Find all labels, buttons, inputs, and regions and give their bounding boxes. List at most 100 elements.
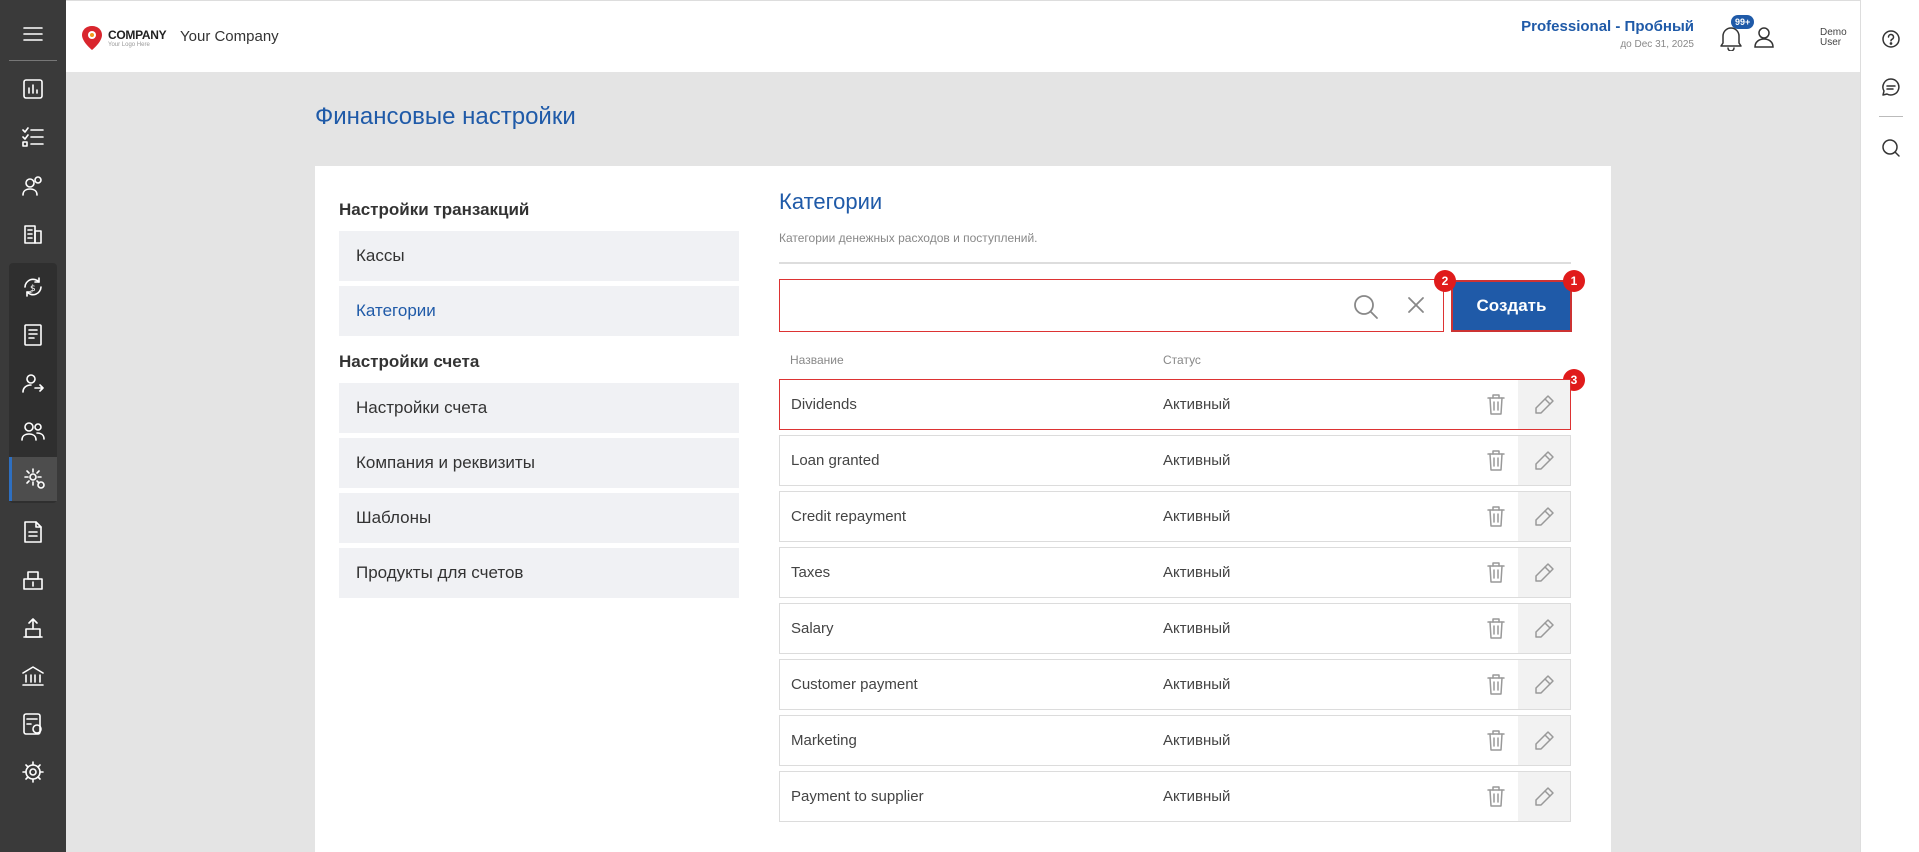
rail-separator: [1879, 116, 1903, 117]
create-button[interactable]: Создать: [1451, 280, 1572, 332]
plan-info[interactable]: Professional - Пробный до Dec 31, 2025: [1521, 18, 1694, 50]
category-status: Активный: [1163, 620, 1231, 637]
category-status: Активный: [1163, 564, 1231, 581]
category-status: Активный: [1163, 396, 1231, 413]
invoices-icon[interactable]: [9, 313, 57, 357]
trash-icon[interactable]: [1486, 673, 1506, 695]
edit-button[interactable]: [1518, 548, 1570, 597]
edit-button[interactable]: [1518, 436, 1570, 485]
trash-icon[interactable]: [1486, 617, 1506, 639]
edit-button[interactable]: [1518, 380, 1570, 429]
trash-icon[interactable]: [1486, 729, 1506, 751]
category-name: Marketing: [791, 732, 857, 749]
logo-pin-icon: [82, 26, 102, 50]
user-name-last: User: [1820, 37, 1842, 48]
inventory-icon[interactable]: [9, 558, 57, 602]
table-row[interactable]: Credit repayment Активный: [779, 491, 1571, 542]
table-row[interactable]: Taxes Активный: [779, 547, 1571, 598]
category-status: Активный: [1163, 788, 1231, 805]
page-title: Финансовые настройки: [315, 103, 576, 130]
edit-button[interactable]: [1518, 492, 1570, 541]
category-status: Активный: [1163, 732, 1231, 749]
user-icon: [1754, 27, 1774, 48]
calculator-icon[interactable]: [9, 702, 57, 746]
dashboard-icon[interactable]: [9, 67, 57, 111]
edit-button[interactable]: [1518, 716, 1570, 765]
sidebar-item-invoice-settings[interactable]: Настройки счета: [339, 383, 739, 433]
pencil-icon: [1535, 730, 1554, 750]
bank-icon[interactable]: [9, 654, 57, 698]
trash-icon[interactable]: [1486, 561, 1506, 583]
sidebar-heading-transactions: Настройки транзакций: [339, 200, 530, 219]
menu-icon[interactable]: [9, 12, 57, 56]
table-row[interactable]: Dividends Активный: [779, 379, 1571, 430]
pencil-icon: [1535, 394, 1554, 414]
settings-gear-icon[interactable]: [9, 457, 57, 501]
help-icon[interactable]: [1880, 28, 1902, 50]
contacts-icon[interactable]: [9, 164, 57, 208]
category-status: Активный: [1163, 452, 1231, 469]
section-description: Категории денежных расходов и поступлени…: [779, 231, 1038, 245]
user-name[interactable]: Demo User: [1820, 28, 1847, 48]
sidebar-heading-invoice: Настройки счета: [339, 352, 480, 371]
sidebar-item-company-details[interactable]: Компания и реквизиты: [339, 438, 739, 488]
right-rail: [1860, 0, 1919, 852]
table-row[interactable]: Customer payment Активный: [779, 659, 1571, 710]
logo-main-text: COMPANY: [108, 27, 167, 42]
settings-icon[interactable]: [9, 750, 57, 794]
sidebar-item-invoice-products[interactable]: Продукты для счетов: [339, 548, 739, 598]
top-bar: COMPANY Your Logo Here Your Company Prof…: [66, 0, 1860, 72]
companies-icon[interactable]: [9, 212, 57, 256]
sidebar-item-cash-registers[interactable]: Кассы: [339, 231, 739, 281]
trash-icon[interactable]: [1486, 785, 1506, 807]
sidebar-item-categories[interactable]: Категории: [339, 286, 739, 336]
svg-text:$: $: [30, 284, 36, 294]
trash-icon[interactable]: [1486, 505, 1506, 527]
client-icon[interactable]: [9, 361, 57, 405]
table-row[interactable]: Loan granted Активный: [779, 435, 1571, 486]
edit-button[interactable]: [1518, 772, 1570, 821]
category-status: Активный: [1163, 676, 1231, 693]
section-divider: [779, 262, 1571, 264]
table-row[interactable]: Payment to supplier Активный: [779, 771, 1571, 822]
pencil-icon: [1535, 674, 1554, 694]
finance-icon[interactable]: $: [9, 265, 57, 309]
pencil-icon: [1535, 786, 1554, 806]
clear-icon[interactable]: [1407, 296, 1425, 314]
documents-icon[interactable]: [9, 510, 57, 554]
search-input[interactable]: [780, 280, 1340, 331]
edit-button[interactable]: [1518, 604, 1570, 653]
sidebar-item-templates[interactable]: Шаблоны: [339, 493, 739, 543]
category-name: Credit repayment: [791, 508, 907, 525]
column-header-status[interactable]: Статус: [1163, 353, 1201, 367]
team-icon[interactable]: [9, 409, 57, 453]
pencil-icon: [1535, 450, 1554, 470]
tasks-icon[interactable]: [9, 115, 57, 159]
company-logo[interactable]: COMPANY Your Logo Here: [80, 21, 176, 55]
pencil-icon: [1535, 506, 1554, 526]
left-navigation: $: [0, 0, 66, 852]
avatar[interactable]: [1746, 19, 1782, 55]
category-name: Dividends: [791, 396, 857, 413]
table-row[interactable]: Salary Активный: [779, 603, 1571, 654]
chat-icon[interactable]: [1880, 76, 1902, 98]
pencil-icon: [1535, 562, 1554, 582]
nav-separator: [9, 60, 57, 61]
plan-name[interactable]: Professional - Пробный: [1521, 18, 1694, 35]
edit-button[interactable]: [1518, 660, 1570, 709]
table-row[interactable]: Marketing Активный: [779, 715, 1571, 766]
search-icon[interactable]: [1353, 294, 1379, 320]
section-title: Категории: [779, 189, 883, 214]
category-name: Loan granted: [791, 452, 880, 469]
trash-icon[interactable]: [1486, 393, 1506, 415]
search-icon[interactable]: [1880, 137, 1902, 159]
annotation-marker-1: 1: [1563, 270, 1585, 292]
annotation-marker-2: 2: [1434, 270, 1456, 292]
production-icon[interactable]: [9, 606, 57, 650]
category-name: Taxes: [791, 564, 831, 581]
category-name: Payment to supplier: [791, 788, 924, 805]
plan-date: до Dec 31, 2025: [1620, 39, 1694, 50]
trash-icon[interactable]: [1486, 449, 1506, 471]
column-header-name[interactable]: Название: [790, 353, 844, 367]
category-name: Salary: [791, 620, 834, 637]
